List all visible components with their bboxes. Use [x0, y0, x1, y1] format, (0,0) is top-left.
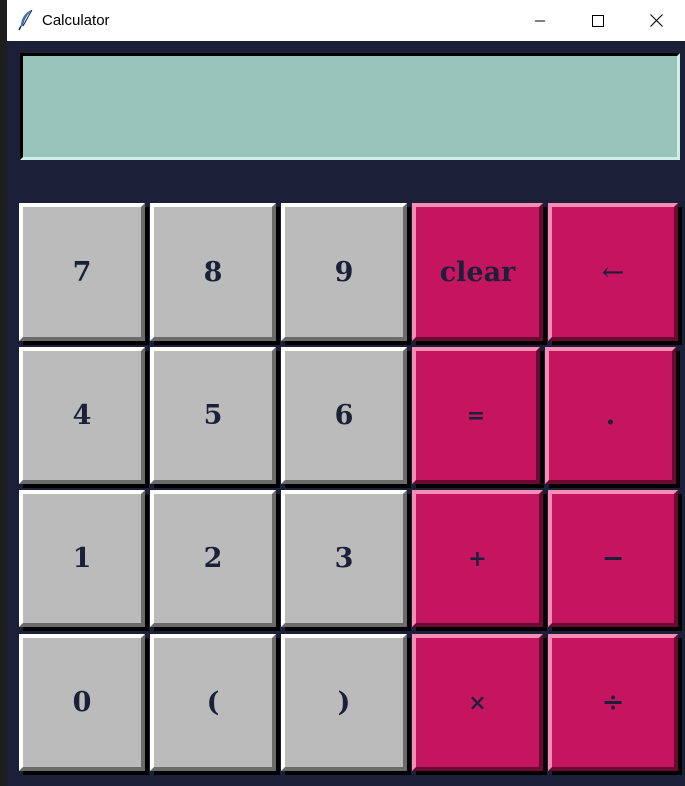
- multiply-button[interactable]: ×: [412, 634, 543, 771]
- window-title: Calculator: [42, 12, 110, 29]
- key-6[interactable]: 6: [281, 347, 407, 484]
- backspace-icon: ←: [601, 256, 625, 288]
- minimize-button[interactable]: [511, 0, 569, 41]
- key-label: 0: [72, 687, 92, 718]
- key-label: clear: [439, 256, 516, 288]
- key-3[interactable]: 3: [281, 490, 407, 627]
- key-8[interactable]: 8: [150, 203, 276, 341]
- key-label: 9: [334, 256, 354, 288]
- decimal-button[interactable]: .: [545, 347, 676, 484]
- calculator-display[interactable]: [20, 53, 680, 160]
- minus-button[interactable]: −: [548, 490, 678, 627]
- key-label: =: [466, 402, 486, 429]
- key-2[interactable]: 2: [150, 490, 276, 627]
- key-7[interactable]: 7: [19, 203, 145, 341]
- key-label: ×: [468, 689, 487, 716]
- key-label: 5: [203, 400, 223, 431]
- key-label: ): [337, 687, 351, 718]
- close-button[interactable]: [627, 0, 685, 41]
- key-4[interactable]: 4: [19, 347, 145, 484]
- open-paren-button[interactable]: (: [150, 634, 276, 771]
- close-icon: [649, 14, 663, 27]
- key-1[interactable]: 1: [19, 490, 145, 627]
- plus-button[interactable]: +: [412, 490, 543, 627]
- maximize-icon: [592, 14, 604, 27]
- background-window-edge: [0, 0, 7, 786]
- divide-button[interactable]: ÷: [548, 634, 678, 771]
- key-label: 3: [334, 543, 354, 574]
- minimize-icon: [535, 20, 545, 21]
- key-label: .: [605, 400, 616, 431]
- close-paren-button[interactable]: ): [281, 634, 407, 771]
- key-label: −: [601, 543, 625, 574]
- feather-icon: [18, 9, 33, 31]
- maximize-button[interactable]: [569, 0, 627, 41]
- key-label: 7: [72, 256, 92, 288]
- key-label: ÷: [601, 687, 625, 718]
- clear-button[interactable]: clear: [412, 203, 543, 341]
- equals-button[interactable]: =: [412, 347, 540, 484]
- key-9[interactable]: 9: [281, 203, 407, 341]
- key-label: 4: [72, 400, 92, 431]
- key-5[interactable]: 5: [150, 347, 276, 484]
- key-0[interactable]: 0: [19, 634, 145, 771]
- key-label: 2: [203, 543, 223, 574]
- title-bar[interactable]: Calculator: [7, 0, 685, 41]
- key-label: 8: [203, 256, 223, 288]
- key-label: 6: [334, 400, 354, 431]
- calculator-window: Calculator 7 8 9 clear ← 4 5 6 = . 1 2 3…: [7, 0, 685, 786]
- key-label: +: [468, 545, 487, 572]
- key-label: (: [206, 687, 220, 718]
- key-label: 1: [72, 543, 92, 574]
- backspace-button[interactable]: ←: [548, 203, 678, 341]
